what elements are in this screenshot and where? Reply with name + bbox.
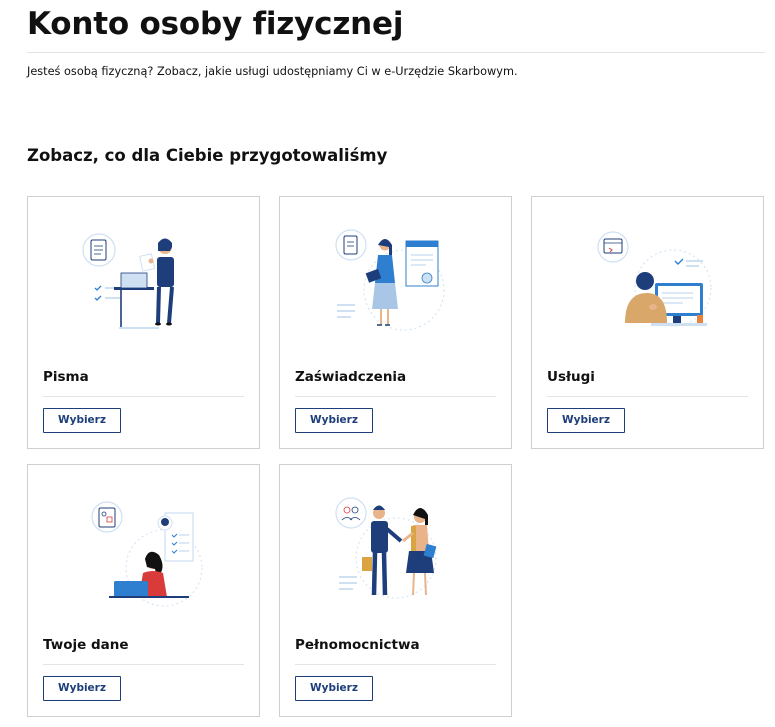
- card-title: Usługi: [547, 369, 595, 385]
- woman-with-certificate-illustration: [334, 229, 444, 331]
- card-divider: [295, 396, 496, 397]
- section-title: Zobacz, co dla Ciebie przygotowaliśmy: [27, 146, 388, 165]
- zaswiadczenia-select-button[interactable]: Wybierz: [295, 408, 373, 433]
- card-pelnomocnictwa: Pełnomocnictwa Wybierz: [279, 464, 512, 717]
- handshake-illustration: [334, 497, 436, 599]
- card-title: Pełnomocnictwa: [295, 637, 420, 653]
- card-divider: [43, 664, 244, 665]
- intro-text: Jesteś osobą fizyczną? Zobacz, jakie usł…: [27, 65, 518, 78]
- card-divider: [547, 396, 748, 397]
- card-pisma: Pisma Wybierz: [27, 196, 260, 449]
- uslugi-select-button[interactable]: Wybierz: [547, 408, 625, 433]
- title-divider: [27, 52, 765, 53]
- person-at-computer-illustration: [596, 231, 711, 327]
- card-title: Zaświadczenia: [295, 369, 407, 385]
- card-divider: [43, 396, 244, 397]
- card-divider: [295, 664, 496, 665]
- card-title: Twoje dane: [43, 637, 129, 653]
- man-with-documents-illustration: [81, 233, 174, 329]
- card-zaswiadczenia: Zaświadczenia Wybierz: [279, 196, 512, 449]
- card-title: Pisma: [43, 369, 89, 385]
- twoje-dane-select-button[interactable]: Wybierz: [43, 676, 121, 701]
- card-uslugi: Usługi Wybierz: [531, 196, 764, 449]
- woman-with-laptop-illustration: [90, 501, 202, 607]
- pisma-select-button[interactable]: Wybierz: [43, 408, 121, 433]
- page-title: Konto osoby fizycznej: [27, 6, 404, 42]
- pelnomocnictwa-select-button[interactable]: Wybierz: [295, 676, 373, 701]
- card-twoje-dane: Twoje dane Wybierz: [27, 464, 260, 717]
